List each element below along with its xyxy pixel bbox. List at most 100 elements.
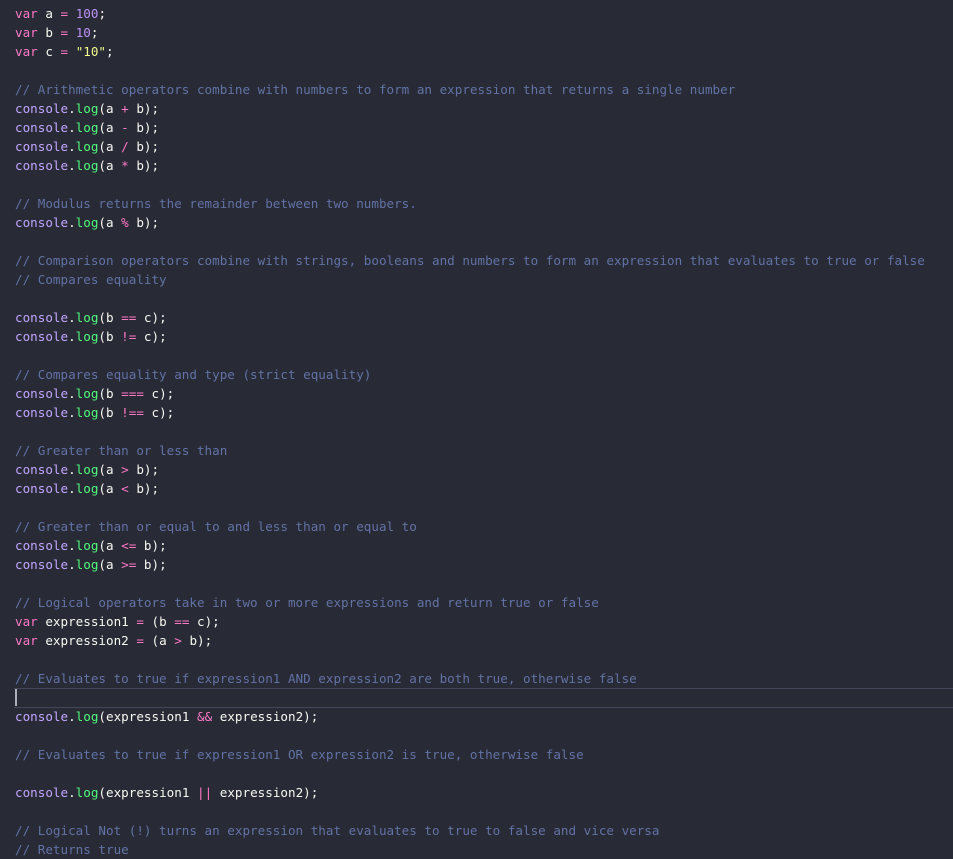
token-id: . xyxy=(68,310,76,325)
code-line[interactable]: console.log(expression1 && expression2); xyxy=(15,707,318,726)
token-id: (a xyxy=(143,633,175,648)
token-id: (a xyxy=(98,557,122,572)
code-line[interactable]: console.log(a < b); xyxy=(15,479,159,498)
token-id: . xyxy=(68,139,76,154)
code-line[interactable]: console.log(a >= b); xyxy=(15,555,167,574)
token-id: b); xyxy=(128,139,160,154)
token-id: (expression1 xyxy=(98,785,197,800)
token-id: b); xyxy=(128,120,160,135)
token-kw: var xyxy=(15,633,38,648)
token-fn: log xyxy=(75,538,99,553)
comment-text: // Greater than or equal to and less tha… xyxy=(15,519,417,534)
code-line[interactable]: console.log(b === c); xyxy=(15,384,174,403)
code-line[interactable]: console.log(a / b); xyxy=(15,137,159,156)
token-fn: log xyxy=(75,215,99,230)
token-op: = xyxy=(60,6,69,21)
token-op: = xyxy=(60,25,69,40)
token-id xyxy=(68,25,76,40)
code-line[interactable]: var c = "10"; xyxy=(15,42,114,61)
code-comment-line[interactable]: // Compares equality xyxy=(15,270,167,289)
token-fn: log xyxy=(75,329,99,344)
token-kw: var xyxy=(15,6,38,21)
code-line[interactable]: console.log(a % b); xyxy=(15,213,159,232)
token-id: b xyxy=(37,25,61,40)
code-line[interactable]: console.log(expression1 || expression2); xyxy=(15,783,318,802)
token-id: . xyxy=(68,462,76,477)
code-line[interactable]: var expression2 = (a > b); xyxy=(15,631,212,650)
token-id: b); xyxy=(136,557,167,572)
token-id: (b xyxy=(98,386,122,401)
token-id xyxy=(68,44,76,59)
token-id: a xyxy=(37,6,61,21)
token-id: . xyxy=(68,120,76,135)
code-comment-line[interactable]: // Greater than or less than xyxy=(15,441,227,460)
code-line[interactable]: console.log(b != c); xyxy=(15,327,167,346)
code-comment-line[interactable]: // Returns true xyxy=(15,840,129,859)
token-id: ; xyxy=(90,25,99,40)
token-op: = xyxy=(136,614,144,629)
token-fn: log xyxy=(75,462,99,477)
token-id: ; xyxy=(98,6,107,21)
code-comment-line[interactable]: // Logical Not (!) turns an expression t… xyxy=(15,821,659,840)
token-op: + xyxy=(121,101,129,116)
code-line[interactable]: console.log(a * b); xyxy=(15,156,159,175)
token-id xyxy=(68,6,76,21)
token-fn: log xyxy=(75,386,99,401)
comment-text: // Comparison operators combine with str… xyxy=(15,253,925,268)
token-op: >= xyxy=(121,557,137,572)
token-id: c); xyxy=(136,310,167,325)
token-fn: log xyxy=(75,481,99,496)
token-op: - xyxy=(121,120,129,135)
token-op: / xyxy=(121,139,129,154)
code-comment-line[interactable]: // Compares equality and type (strict eq… xyxy=(15,365,371,384)
token-id: expression2 xyxy=(37,633,137,648)
token-op: * xyxy=(121,158,129,173)
token-obj: console xyxy=(15,120,69,135)
code-line[interactable]: var a = 100; xyxy=(15,4,106,23)
code-comment-line[interactable]: // Evaluates to true if expression1 AND … xyxy=(15,669,637,688)
token-obj: console xyxy=(15,405,69,420)
code-line[interactable]: console.log(b == c); xyxy=(15,308,167,327)
token-id: (b xyxy=(98,310,122,325)
token-id: expression2); xyxy=(212,709,319,724)
token-id: c); xyxy=(189,614,220,629)
token-id: b); xyxy=(128,462,160,477)
comment-text: // Evaluates to true if expression1 AND … xyxy=(15,671,637,686)
token-id: (a xyxy=(98,538,122,553)
token-id: . xyxy=(68,709,76,724)
code-comment-line[interactable]: // Arithmetic operators combine with num… xyxy=(15,80,735,99)
code-comment-line[interactable]: // Modulus returns the remainder between… xyxy=(15,194,417,213)
token-id: (a xyxy=(98,101,122,116)
code-line[interactable]: console.log(a <= b); xyxy=(15,536,167,555)
token-kw: var xyxy=(15,44,38,59)
token-id: b); xyxy=(181,633,213,648)
token-id: c); xyxy=(143,405,175,420)
code-line[interactable]: console.log(a + b); xyxy=(15,99,159,118)
token-id: (a xyxy=(98,462,122,477)
code-line[interactable]: console.log(b !== c); xyxy=(15,403,174,422)
comment-text: // Evaluates to true if expression1 OR e… xyxy=(15,747,584,762)
code-line[interactable]: console.log(a > b); xyxy=(15,460,159,479)
code-comment-line[interactable]: // Logical operators take in two or more… xyxy=(15,593,599,612)
token-fn: log xyxy=(75,405,99,420)
comment-text: // Returns true xyxy=(15,842,129,857)
code-comment-line[interactable]: // Greater than or equal to and less tha… xyxy=(15,517,417,536)
token-obj: console xyxy=(15,158,69,173)
comment-text: // Modulus returns the remainder between… xyxy=(15,196,417,211)
token-id: (b xyxy=(143,614,175,629)
code-editor[interactable]: var a = 100; var b = 10; var c = "10"; // A… xyxy=(0,0,953,858)
code-line[interactable]: console.log(a - b); xyxy=(15,118,159,137)
token-op: == xyxy=(121,310,137,325)
comment-text: // Greater than or less than xyxy=(15,443,228,458)
token-id: (a xyxy=(98,215,122,230)
token-obj: console xyxy=(15,215,69,230)
code-comment-line[interactable]: // Comparison operators combine with str… xyxy=(15,251,925,270)
token-id: b); xyxy=(128,215,160,230)
code-line[interactable]: var b = 10; xyxy=(15,23,98,42)
token-fn: log xyxy=(75,101,99,116)
token-id: b); xyxy=(128,158,160,173)
comment-text: // Arithmetic operators combine with num… xyxy=(15,82,736,97)
code-comment-line[interactable]: // Evaluates to true if expression1 OR e… xyxy=(15,745,584,764)
token-obj: console xyxy=(15,481,69,496)
code-line[interactable]: var expression1 = (b == c); xyxy=(15,612,220,631)
